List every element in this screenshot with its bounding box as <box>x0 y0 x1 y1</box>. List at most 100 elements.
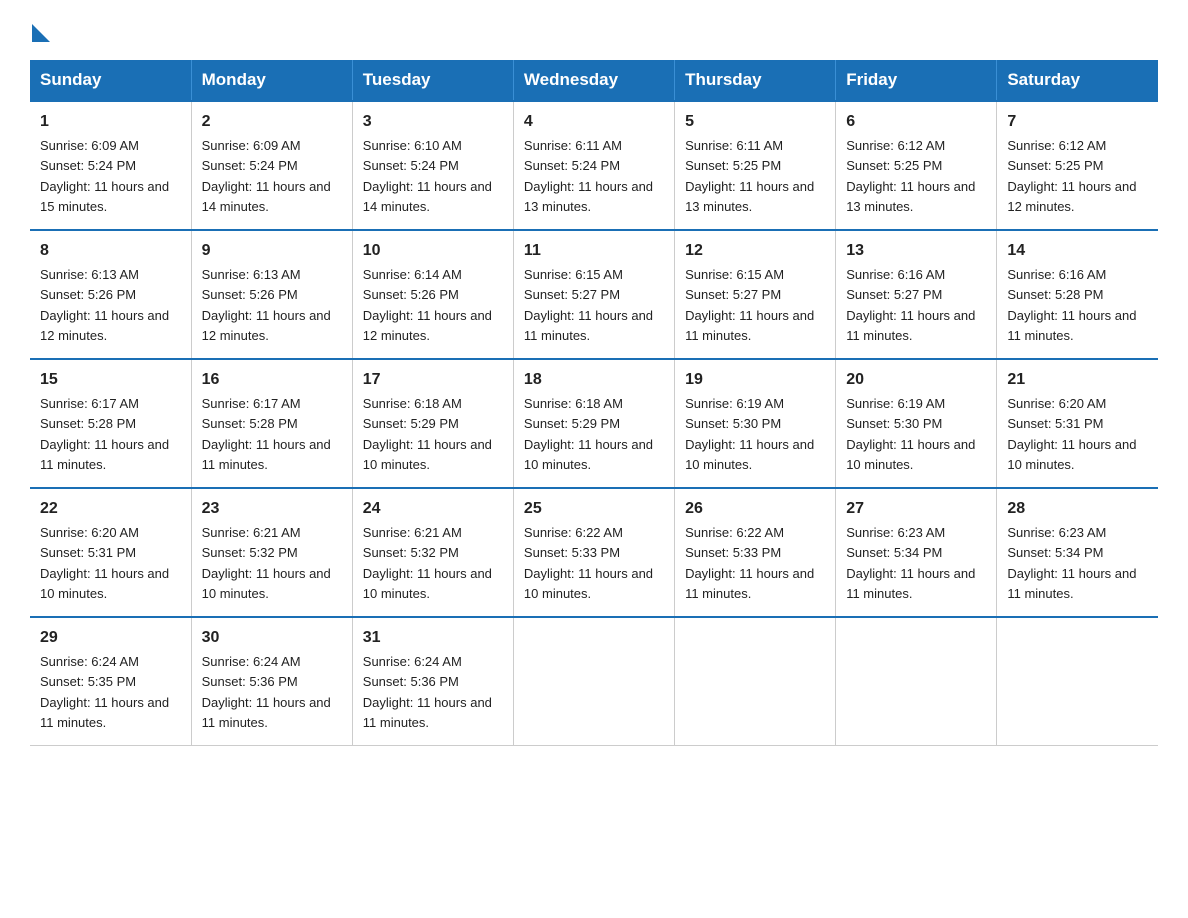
day-number: 15 <box>40 368 181 392</box>
day-cell: 23 Sunrise: 6:21 AMSunset: 5:32 PMDayligh… <box>191 488 352 617</box>
day-cell: 26 Sunrise: 6:22 AMSunset: 5:33 PMDayligh… <box>675 488 836 617</box>
day-info: Sunrise: 6:11 AMSunset: 5:25 PMDaylight:… <box>685 138 814 214</box>
header-cell-saturday: Saturday <box>997 60 1158 101</box>
day-cell: 7 Sunrise: 6:12 AMSunset: 5:25 PMDaylight… <box>997 101 1158 230</box>
week-row-4: 22 Sunrise: 6:20 AMSunset: 5:31 PMDayligh… <box>30 488 1158 617</box>
week-row-3: 15 Sunrise: 6:17 AMSunset: 5:28 PMDayligh… <box>30 359 1158 488</box>
day-number: 28 <box>1007 497 1148 521</box>
day-info: Sunrise: 6:18 AMSunset: 5:29 PMDaylight:… <box>524 396 653 472</box>
header-cell-monday: Monday <box>191 60 352 101</box>
day-info: Sunrise: 6:24 AMSunset: 5:35 PMDaylight:… <box>40 654 169 730</box>
day-info: Sunrise: 6:20 AMSunset: 5:31 PMDaylight:… <box>1007 396 1136 472</box>
day-info: Sunrise: 6:09 AMSunset: 5:24 PMDaylight:… <box>40 138 169 214</box>
day-number: 9 <box>202 239 342 263</box>
day-info: Sunrise: 6:21 AMSunset: 5:32 PMDaylight:… <box>363 525 492 601</box>
day-cell: 21 Sunrise: 6:20 AMSunset: 5:31 PMDayligh… <box>997 359 1158 488</box>
day-cell: 20 Sunrise: 6:19 AMSunset: 5:30 PMDayligh… <box>836 359 997 488</box>
header-cell-friday: Friday <box>836 60 997 101</box>
day-cell: 2 Sunrise: 6:09 AMSunset: 5:24 PMDaylight… <box>191 101 352 230</box>
day-info: Sunrise: 6:13 AMSunset: 5:26 PMDaylight:… <box>202 267 331 343</box>
day-info: Sunrise: 6:19 AMSunset: 5:30 PMDaylight:… <box>685 396 814 472</box>
day-cell: 14 Sunrise: 6:16 AMSunset: 5:28 PMDayligh… <box>997 230 1158 359</box>
day-cell: 31 Sunrise: 6:24 AMSunset: 5:36 PMDayligh… <box>352 617 513 746</box>
day-cell: 30 Sunrise: 6:24 AMSunset: 5:36 PMDayligh… <box>191 617 352 746</box>
day-number: 6 <box>846 110 986 134</box>
day-number: 14 <box>1007 239 1148 263</box>
day-cell: 12Sunrise: 6:15 AMSunset: 5:27 PMDayligh… <box>675 230 836 359</box>
calendar-header: SundayMondayTuesdayWednesdayThursdayFrid… <box>30 60 1158 101</box>
day-cell: 22 Sunrise: 6:20 AMSunset: 5:31 PMDayligh… <box>30 488 191 617</box>
day-cell: 5 Sunrise: 6:11 AMSunset: 5:25 PMDaylight… <box>675 101 836 230</box>
day-number: 22 <box>40 497 181 521</box>
day-number: 10 <box>363 239 503 263</box>
day-info: Sunrise: 6:23 AMSunset: 5:34 PMDaylight:… <box>1007 525 1136 601</box>
day-cell: 9 Sunrise: 6:13 AMSunset: 5:26 PMDaylight… <box>191 230 352 359</box>
day-number: 13 <box>846 239 986 263</box>
day-info: Sunrise: 6:09 AMSunset: 5:24 PMDaylight:… <box>202 138 331 214</box>
day-number: 5 <box>685 110 825 134</box>
day-cell: 24Sunrise: 6:21 AMSunset: 5:32 PMDayligh… <box>352 488 513 617</box>
week-row-1: 1Sunrise: 6:09 AMSunset: 5:24 PMDaylight… <box>30 101 1158 230</box>
week-row-2: 8 Sunrise: 6:13 AMSunset: 5:26 PMDaylight… <box>30 230 1158 359</box>
day-info: Sunrise: 6:15 AMSunset: 5:27 PMDaylight:… <box>685 267 814 343</box>
day-number: 26 <box>685 497 825 521</box>
calendar-table: SundayMondayTuesdayWednesdayThursdayFrid… <box>30 60 1158 746</box>
day-number: 7 <box>1007 110 1148 134</box>
day-info: Sunrise: 6:19 AMSunset: 5:30 PMDaylight:… <box>846 396 975 472</box>
day-cell <box>836 617 997 746</box>
day-number: 20 <box>846 368 986 392</box>
day-info: Sunrise: 6:18 AMSunset: 5:29 PMDaylight:… <box>363 396 492 472</box>
page-header <box>30 20 1158 42</box>
day-number: 29 <box>40 626 181 650</box>
day-cell: 10 Sunrise: 6:14 AMSunset: 5:26 PMDayligh… <box>352 230 513 359</box>
day-info: Sunrise: 6:22 AMSunset: 5:33 PMDaylight:… <box>524 525 653 601</box>
day-number: 27 <box>846 497 986 521</box>
day-cell <box>997 617 1158 746</box>
day-cell: 25Sunrise: 6:22 AMSunset: 5:33 PMDayligh… <box>513 488 674 617</box>
day-info: Sunrise: 6:14 AMSunset: 5:26 PMDaylight:… <box>363 267 492 343</box>
day-info: Sunrise: 6:11 AMSunset: 5:24 PMDaylight:… <box>524 138 653 214</box>
header-cell-thursday: Thursday <box>675 60 836 101</box>
day-info: Sunrise: 6:22 AMSunset: 5:33 PMDaylight:… <box>685 525 814 601</box>
day-info: Sunrise: 6:20 AMSunset: 5:31 PMDaylight:… <box>40 525 169 601</box>
day-number: 30 <box>202 626 342 650</box>
day-number: 23 <box>202 497 342 521</box>
day-info: Sunrise: 6:12 AMSunset: 5:25 PMDaylight:… <box>846 138 975 214</box>
logo-arrow-icon <box>32 24 50 42</box>
day-cell: 19Sunrise: 6:19 AMSunset: 5:30 PMDayligh… <box>675 359 836 488</box>
day-cell: 1Sunrise: 6:09 AMSunset: 5:24 PMDaylight… <box>30 101 191 230</box>
day-number: 8 <box>40 239 181 263</box>
day-info: Sunrise: 6:12 AMSunset: 5:25 PMDaylight:… <box>1007 138 1136 214</box>
day-cell: 6 Sunrise: 6:12 AMSunset: 5:25 PMDaylight… <box>836 101 997 230</box>
day-cell: 13Sunrise: 6:16 AMSunset: 5:27 PMDayligh… <box>836 230 997 359</box>
day-number: 31 <box>363 626 503 650</box>
day-cell: 28 Sunrise: 6:23 AMSunset: 5:34 PMDayligh… <box>997 488 1158 617</box>
day-number: 21 <box>1007 368 1148 392</box>
day-info: Sunrise: 6:17 AMSunset: 5:28 PMDaylight:… <box>202 396 331 472</box>
day-info: Sunrise: 6:24 AMSunset: 5:36 PMDaylight:… <box>363 654 492 730</box>
header-cell-wednesday: Wednesday <box>513 60 674 101</box>
day-cell: 4Sunrise: 6:11 AMSunset: 5:24 PMDaylight… <box>513 101 674 230</box>
day-cell: 16Sunrise: 6:17 AMSunset: 5:28 PMDayligh… <box>191 359 352 488</box>
day-info: Sunrise: 6:15 AMSunset: 5:27 PMDaylight:… <box>524 267 653 343</box>
day-info: Sunrise: 6:13 AMSunset: 5:26 PMDaylight:… <box>40 267 169 343</box>
day-info: Sunrise: 6:17 AMSunset: 5:28 PMDaylight:… <box>40 396 169 472</box>
day-info: Sunrise: 6:16 AMSunset: 5:28 PMDaylight:… <box>1007 267 1136 343</box>
day-cell: 18Sunrise: 6:18 AMSunset: 5:29 PMDayligh… <box>513 359 674 488</box>
calendar-body: 1Sunrise: 6:09 AMSunset: 5:24 PMDaylight… <box>30 101 1158 746</box>
day-cell: 29 Sunrise: 6:24 AMSunset: 5:35 PMDayligh… <box>30 617 191 746</box>
day-number: 2 <box>202 110 342 134</box>
day-cell: 8 Sunrise: 6:13 AMSunset: 5:26 PMDaylight… <box>30 230 191 359</box>
day-info: Sunrise: 6:21 AMSunset: 5:32 PMDaylight:… <box>202 525 331 601</box>
day-info: Sunrise: 6:24 AMSunset: 5:36 PMDaylight:… <box>202 654 331 730</box>
header-row: SundayMondayTuesdayWednesdayThursdayFrid… <box>30 60 1158 101</box>
day-cell: 17 Sunrise: 6:18 AMSunset: 5:29 PMDayligh… <box>352 359 513 488</box>
day-cell: 27Sunrise: 6:23 AMSunset: 5:34 PMDayligh… <box>836 488 997 617</box>
day-number: 17 <box>363 368 503 392</box>
day-cell <box>513 617 674 746</box>
week-row-5: 29 Sunrise: 6:24 AMSunset: 5:35 PMDayligh… <box>30 617 1158 746</box>
day-number: 3 <box>363 110 503 134</box>
day-number: 11 <box>524 239 664 263</box>
day-cell: 3Sunrise: 6:10 AMSunset: 5:24 PMDaylight… <box>352 101 513 230</box>
header-cell-sunday: Sunday <box>30 60 191 101</box>
